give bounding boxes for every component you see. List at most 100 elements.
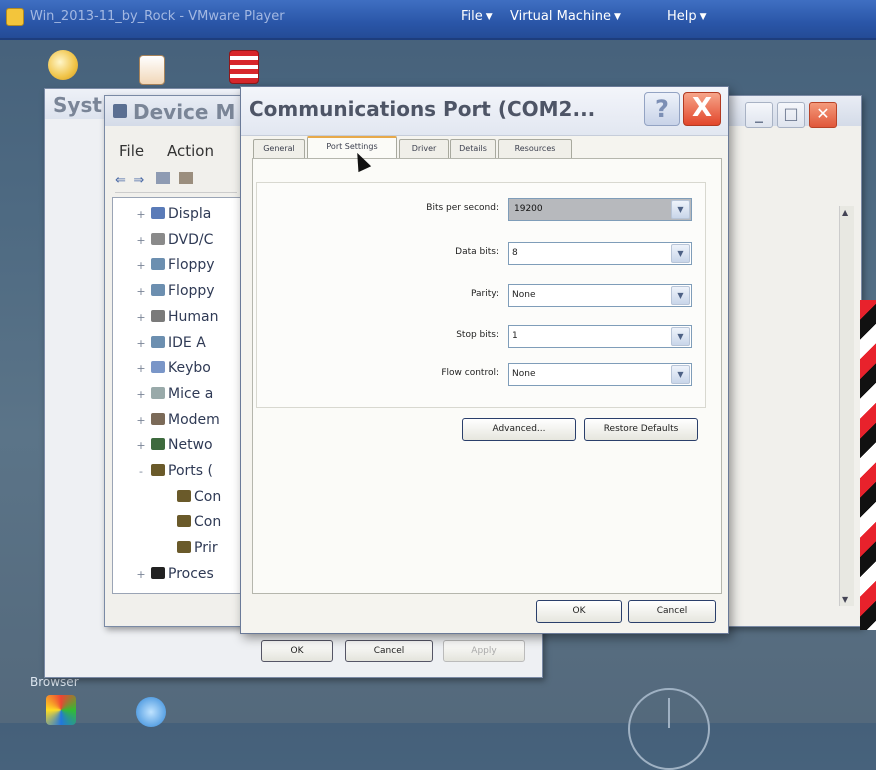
cancel-button[interactable]: Cancel bbox=[628, 600, 716, 623]
cancel-button[interactable]: Cancel bbox=[345, 640, 433, 662]
expand-icon[interactable]: + bbox=[135, 384, 147, 406]
tree-item-label: Human bbox=[168, 308, 219, 325]
menu-file[interactable]: File bbox=[119, 142, 144, 160]
vertical-scrollbar[interactable]: ▲ ▼ bbox=[839, 206, 854, 606]
expand-icon[interactable]: + bbox=[135, 307, 147, 329]
back-arrow-icon[interactable]: ⇐ bbox=[115, 173, 126, 188]
tree-item[interactable]: + DVD/C bbox=[135, 229, 213, 251]
chevron-down-icon[interactable]: ▼ bbox=[671, 286, 690, 305]
expand-icon[interactable]: + bbox=[135, 333, 147, 355]
flow-control-value: None bbox=[512, 369, 536, 379]
forward-arrow-icon[interactable]: ⇒ bbox=[133, 173, 144, 188]
stop-bits-label: Stop bits: bbox=[456, 330, 499, 340]
tree-item-label: DVD/C bbox=[168, 231, 214, 248]
tab-resources[interactable]: Resources bbox=[498, 139, 572, 158]
tree-item-label: Netwo bbox=[168, 437, 213, 454]
tree-item[interactable]: + Floppy bbox=[135, 280, 214, 303]
scroll-up-icon[interactable]: ▲ bbox=[842, 208, 848, 217]
vm-menu-file[interactable]: File ▼ bbox=[461, 9, 493, 24]
vm-menu-help[interactable]: Help ▼ bbox=[667, 9, 707, 24]
tree-item[interactable]: Con bbox=[161, 511, 221, 533]
help-button[interactable]: ? bbox=[644, 92, 680, 126]
expand-icon[interactable]: + bbox=[135, 204, 147, 226]
tree-item[interactable]: + Proces bbox=[135, 563, 214, 586]
device-manager-icon bbox=[113, 104, 127, 118]
scroll-down-icon[interactable]: ▼ bbox=[842, 595, 848, 604]
tree-item-label: Prir bbox=[194, 540, 218, 557]
device-category-icon bbox=[151, 386, 165, 399]
expand-icon[interactable]: + bbox=[135, 410, 147, 432]
tree-item-label: IDE A bbox=[168, 334, 206, 351]
tree-item-label: Mice a bbox=[168, 385, 214, 402]
device-category-icon bbox=[151, 258, 165, 271]
tab-general[interactable]: General bbox=[253, 139, 305, 158]
tree-item[interactable]: + Human bbox=[135, 306, 219, 329]
flow-control-label: Flow control: bbox=[441, 368, 499, 378]
tree-item[interactable]: + Modem bbox=[135, 409, 220, 432]
minimize-icon[interactable]: _ bbox=[745, 102, 773, 128]
tree-item[interactable]: + IDE A bbox=[135, 332, 206, 355]
tree-item[interactable]: Con bbox=[161, 486, 221, 508]
tab-driver[interactable]: Driver bbox=[399, 139, 449, 158]
expand-icon[interactable]: + bbox=[135, 255, 147, 277]
tree-item[interactable]: - Ports ( bbox=[135, 460, 213, 482]
expand-icon[interactable]: + bbox=[135, 358, 147, 380]
tree-item[interactable]: + Keybo bbox=[135, 357, 211, 380]
package-icon[interactable] bbox=[229, 50, 259, 84]
device-category-icon bbox=[151, 412, 165, 425]
apply-button[interactable]: Apply bbox=[443, 640, 525, 662]
chevron-down-icon[interactable]: ▼ bbox=[671, 365, 690, 384]
maximize-icon[interactable]: □ bbox=[777, 102, 805, 128]
collapse-icon[interactable]: - bbox=[135, 461, 147, 483]
tree-item-label: Keybo bbox=[168, 360, 211, 377]
advanced-button[interactable]: Advanced... bbox=[462, 418, 576, 441]
vmware-title-bar: Win_2013-11_by_Rock - VMware Player File… bbox=[0, 0, 876, 40]
chevron-down-icon[interactable]: ▼ bbox=[671, 327, 690, 346]
device-category-icon bbox=[151, 438, 165, 451]
bits-per-second-select[interactable]: 19200 ▼ bbox=[508, 198, 692, 221]
update-driver-icon[interactable] bbox=[179, 172, 194, 184]
tree-item[interactable]: + Mice a bbox=[135, 383, 213, 405]
device-category-icon bbox=[151, 309, 165, 322]
tree-item-label: Con bbox=[194, 488, 222, 505]
chevron-down-icon: ▼ bbox=[699, 11, 707, 22]
properties-icon[interactable] bbox=[155, 172, 170, 184]
close-button[interactable]: X bbox=[683, 92, 721, 126]
tab-details[interactable]: Details bbox=[450, 139, 496, 158]
device-category-icon bbox=[151, 566, 165, 579]
game-cube-icon[interactable] bbox=[46, 695, 76, 725]
tree-item-label: Proces bbox=[168, 565, 214, 582]
expand-icon[interactable]: + bbox=[135, 564, 147, 586]
document-icon[interactable] bbox=[139, 55, 165, 85]
restore-defaults-button[interactable]: Restore Defaults bbox=[584, 418, 698, 441]
stop-bits-value: 1 bbox=[512, 331, 518, 341]
tree-item[interactable]: + Displa bbox=[135, 203, 211, 225]
ok-button[interactable]: OK bbox=[536, 600, 622, 623]
folder-icon[interactable] bbox=[48, 50, 78, 80]
ok-button[interactable]: OK bbox=[261, 640, 333, 662]
device-category-icon bbox=[151, 232, 165, 245]
device-manager-toolbar: ⇐ ⇒ bbox=[115, 172, 237, 193]
menu-action[interactable]: Action bbox=[167, 142, 214, 160]
device-category-icon bbox=[177, 489, 191, 502]
tree-item[interactable]: + Floppy bbox=[135, 254, 214, 277]
close-icon[interactable]: ✕ bbox=[809, 102, 837, 128]
expand-icon[interactable]: + bbox=[135, 281, 147, 303]
chevron-down-icon[interactable]: ▼ bbox=[671, 244, 690, 263]
data-bits-select[interactable]: 8 ▼ bbox=[508, 242, 692, 265]
desktop-clock-gadget bbox=[628, 688, 710, 770]
parity-select[interactable]: None ▼ bbox=[508, 284, 692, 307]
device-category-icon bbox=[151, 207, 165, 219]
tree-item-label: Modem bbox=[168, 411, 220, 428]
expand-icon[interactable]: + bbox=[135, 435, 147, 457]
tree-item[interactable]: + Netwo bbox=[135, 434, 213, 457]
chevron-down-icon[interactable]: ▼ bbox=[671, 200, 690, 219]
vm-menu-virtual-machine[interactable]: Virtual Machine ▼ bbox=[510, 9, 621, 24]
device-category-icon bbox=[151, 361, 165, 374]
expand-icon[interactable]: + bbox=[135, 230, 147, 252]
flow-control-select[interactable]: None ▼ bbox=[508, 363, 692, 386]
window-title: Syst bbox=[53, 93, 102, 117]
stop-bits-select[interactable]: 1 ▼ bbox=[508, 325, 692, 348]
chevron-down-icon: ▼ bbox=[485, 11, 493, 22]
tree-item[interactable]: Prir bbox=[161, 537, 218, 559]
